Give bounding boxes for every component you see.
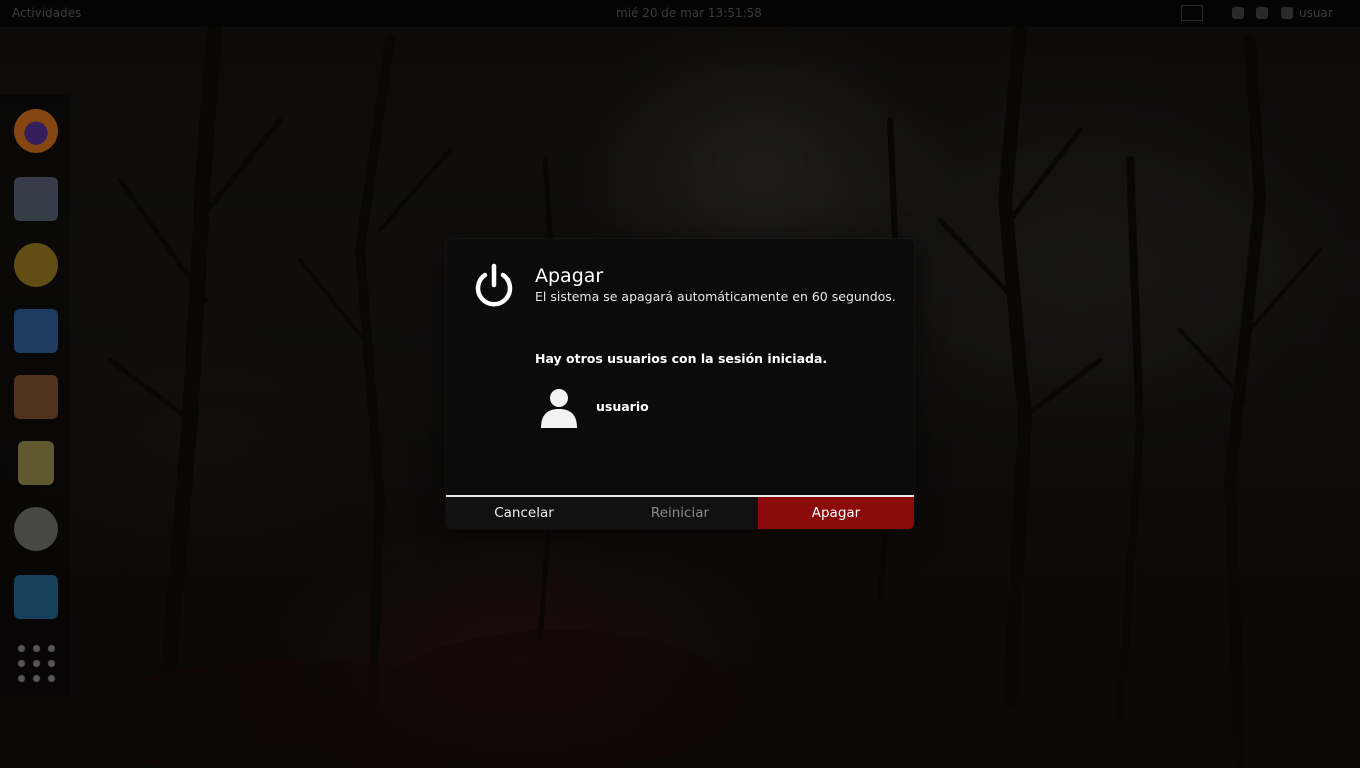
- teapot-icon[interactable]: [14, 243, 58, 287]
- power-icon: [475, 263, 513, 307]
- user-name: usuario: [596, 399, 649, 414]
- power-off-dialog: Apagar El sistema se apagará automáticam…: [446, 239, 914, 529]
- clock[interactable]: mié 20 de mar 13:51:58: [616, 6, 762, 20]
- user-avatar-icon: [541, 389, 577, 428]
- keyboard-layout-icon[interactable]: [1181, 5, 1203, 21]
- sessions-heading: Hay otros usuarios con la sesión iniciad…: [535, 351, 828, 366]
- power-menu-icon[interactable]: [1281, 7, 1293, 19]
- app-grid-icon[interactable]: [14, 641, 58, 685]
- power-off-button[interactable]: Apagar: [758, 497, 914, 529]
- firefox-icon[interactable]: [14, 109, 58, 153]
- user-list-item: usuario: [538, 386, 838, 428]
- text-editor-icon[interactable]: [18, 441, 54, 485]
- activities-button[interactable]: Actividades: [12, 6, 81, 20]
- drive-icon[interactable]: [14, 309, 58, 353]
- restart-button[interactable]: Reiniciar: [602, 497, 758, 529]
- folder-icon[interactable]: [14, 575, 58, 619]
- system-menu-label[interactable]: usuar: [1299, 6, 1333, 20]
- window-icon[interactable]: [14, 177, 58, 221]
- volume-icon[interactable]: [1256, 7, 1268, 19]
- dialog-button-bar: Cancelar Reiniciar Apagar: [446, 495, 914, 529]
- cancel-button[interactable]: Cancelar: [446, 497, 602, 529]
- dock: [0, 95, 70, 695]
- disc-icon[interactable]: [14, 507, 58, 551]
- dialog-title: Apagar: [535, 265, 604, 287]
- box-icon[interactable]: [14, 375, 58, 419]
- network-icon[interactable]: [1232, 7, 1244, 19]
- top-bar: Actividades mié 20 de mar 13:51:58 usuar: [0, 0, 1360, 27]
- dialog-description: El sistema se apagará automáticamente en…: [535, 289, 896, 304]
